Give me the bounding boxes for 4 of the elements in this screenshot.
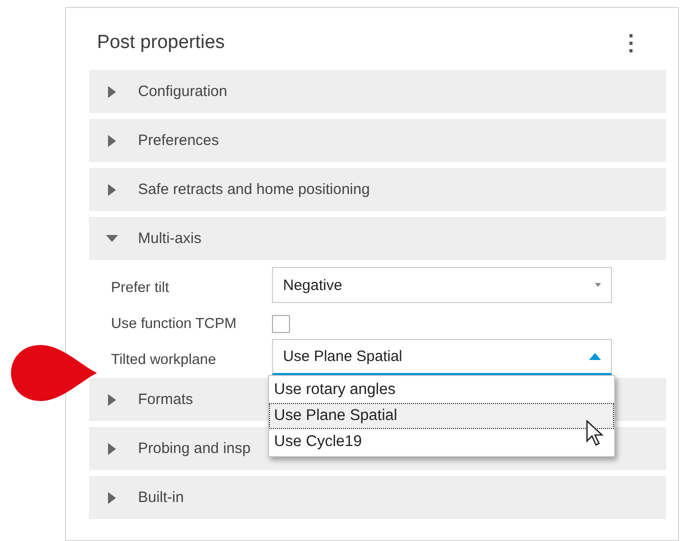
field-label: Prefer tilt bbox=[110, 280, 170, 296]
field-label: Use function TCPM bbox=[110, 316, 238, 332]
field-label: Tilted workplane bbox=[110, 352, 218, 368]
panel-title: Post properties bbox=[97, 32, 225, 54]
